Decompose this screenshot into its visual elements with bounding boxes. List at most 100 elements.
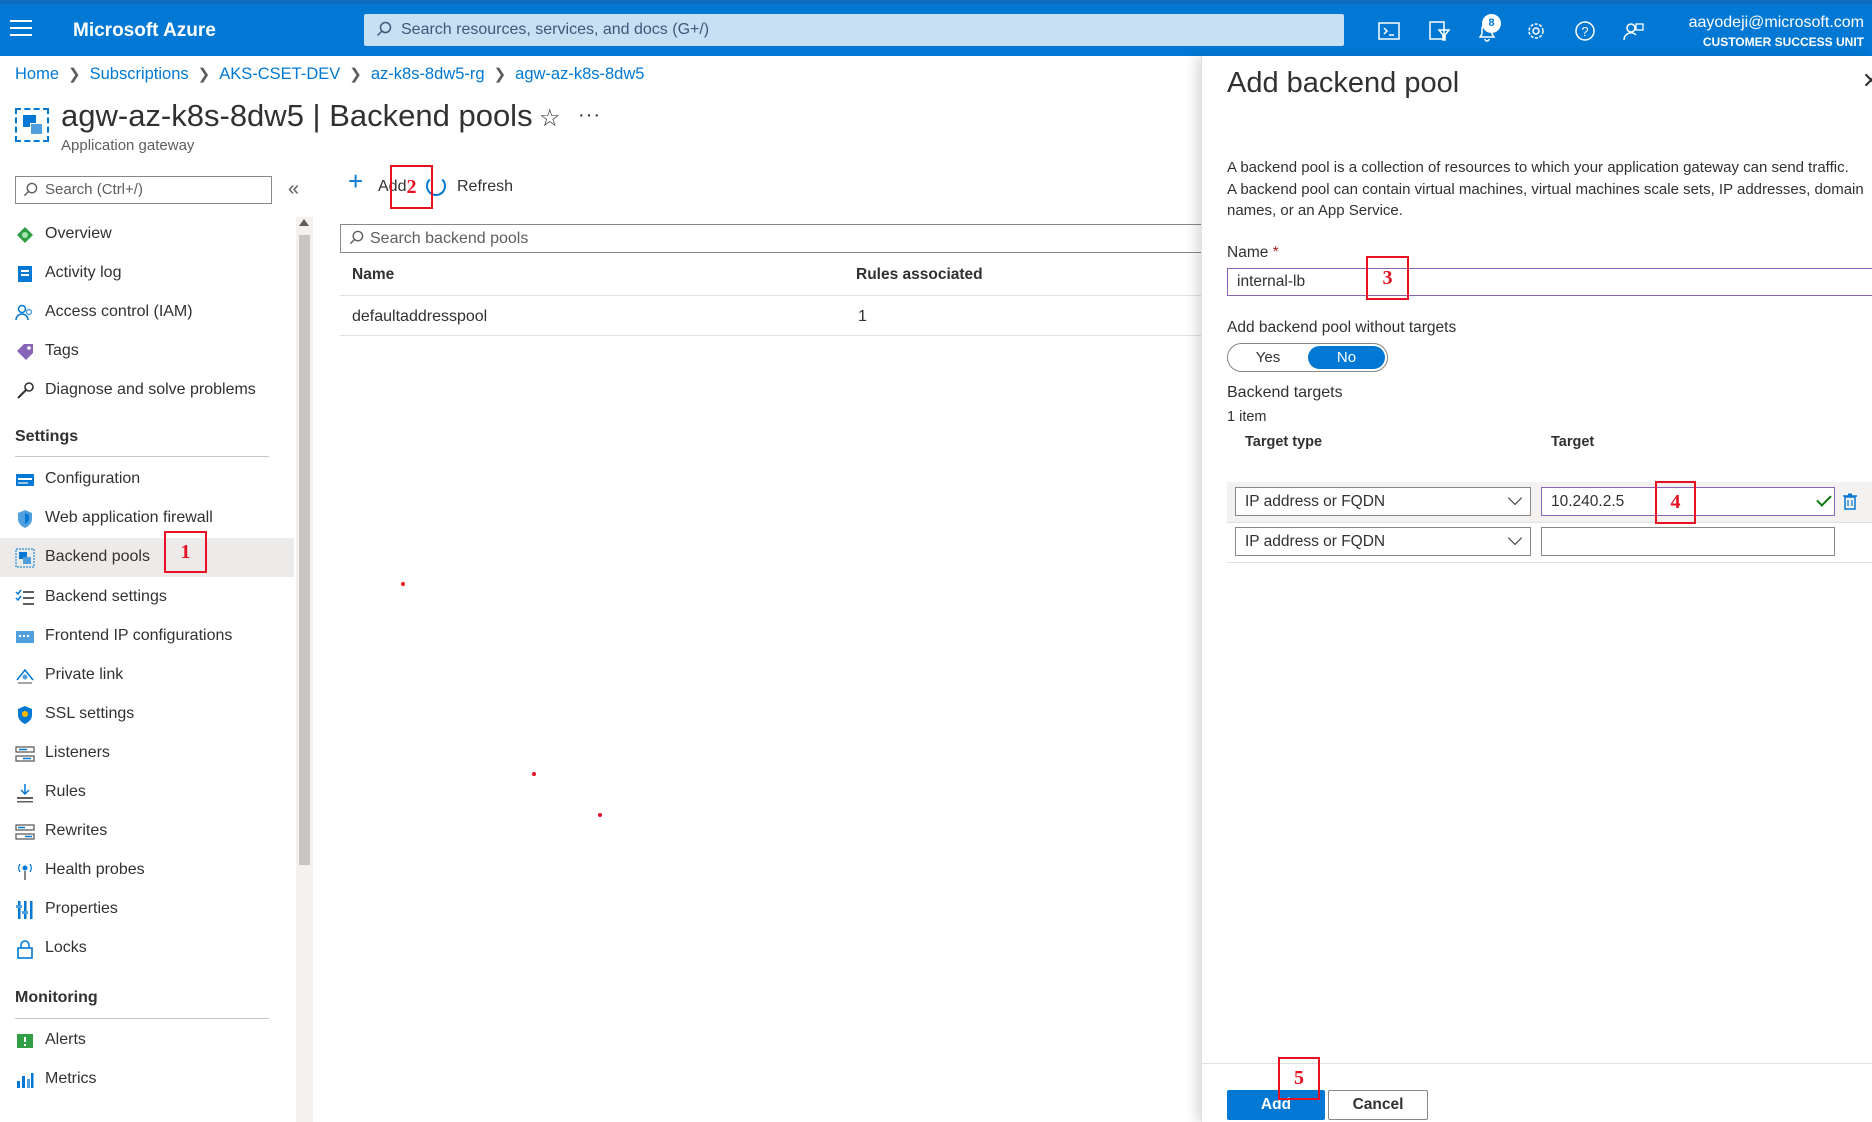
target-type-value: IP address or FQDN [1245, 533, 1386, 550]
annotation-callout-1: 1 [164, 531, 207, 573]
sidebar-item-label: Alerts [45, 1031, 86, 1048]
list-settings-icon [15, 589, 34, 605]
menu-icon[interactable] [10, 20, 32, 38]
column-header-name[interactable]: Name [352, 266, 394, 284]
backend-pools-icon [15, 548, 35, 568]
sidebar-item-metrics[interactable]: Metrics [0, 1060, 294, 1099]
target-row-divider [1227, 522, 1872, 523]
nav-scrollbar[interactable] [296, 217, 313, 1122]
sidebar-item-listeners[interactable]: Listeners [0, 734, 294, 773]
sidebar-item-backend-pools[interactable]: Backend pools [0, 538, 294, 577]
svg-text:?: ? [1581, 24, 1588, 39]
ssl-shield-icon [18, 706, 32, 724]
breadcrumb-home[interactable]: Home [15, 65, 59, 83]
account-menu[interactable]: aayodeji@microsoft.com CUSTOMER SUCCESS … [1689, 14, 1864, 49]
wrench-icon [17, 382, 34, 399]
sidebar-item-private-link[interactable]: Private link [0, 656, 294, 695]
breadcrumb-resource-group[interactable]: az-k8s-8dw5-rg [371, 65, 485, 83]
description-line: A backend pool is a collection of resour… [1227, 159, 1849, 176]
settings-icon[interactable] [1523, 18, 1549, 44]
sidebar-item-diagnose[interactable]: Diagnose and solve problems [0, 371, 294, 410]
sidebar-item-iam[interactable]: Access control (IAM) [0, 293, 294, 332]
sidebar-item-backend-settings[interactable]: Backend settings [0, 578, 294, 617]
breadcrumb-subscription[interactable]: AKS-CSET-DEV [219, 65, 340, 83]
backend-pool-search-input[interactable]: Search backend pools [340, 224, 1202, 253]
more-options-icon[interactable]: ··· [578, 104, 601, 127]
sidebar-item-rules[interactable]: Rules [0, 773, 294, 812]
nav-section-settings: Settings [15, 428, 79, 445]
target-type-select[interactable]: IP address or FQDN [1235, 527, 1531, 556]
name-input[interactable]: internal-lb [1227, 268, 1872, 296]
chevron-down-icon [1507, 530, 1523, 546]
column-header-target: Target [1551, 434, 1595, 450]
close-icon[interactable]: ✕ [1862, 68, 1872, 94]
target-type-select[interactable]: IP address or FQDN [1235, 487, 1531, 516]
required-marker: * [1272, 244, 1279, 261]
feedback-icon[interactable] [1620, 18, 1646, 44]
sidebar-item-label: Listeners [45, 744, 110, 761]
sidebar-item-label: Overview [45, 225, 112, 242]
collapse-nav-icon[interactable]: « [288, 178, 299, 201]
annotation-dot [598, 813, 602, 817]
private-link-icon [16, 668, 34, 684]
nav-scrollbar-thumb[interactable] [299, 235, 310, 865]
annotation-dot [532, 772, 536, 776]
annotation-callout-5: 5 [1278, 1057, 1320, 1100]
iam-icon [15, 304, 33, 321]
sidebar-item-label: Properties [45, 900, 118, 917]
sidebar-item-label: Backend settings [45, 588, 167, 605]
sidebar-item-ssl-settings[interactable]: SSL settings [0, 695, 294, 734]
sidebar-item-label: SSL settings [45, 705, 135, 722]
directory-filter-icon[interactable] [1426, 18, 1452, 44]
search-icon [23, 182, 38, 197]
notifications-badge: 8 [1482, 14, 1501, 33]
without-targets-toggle[interactable]: Yes No [1227, 343, 1388, 372]
table-cell-rules: 1 [858, 308, 867, 325]
breadcrumb-subscriptions[interactable]: Subscriptions [90, 65, 189, 83]
column-header-rules[interactable]: Rules associated [856, 266, 983, 284]
sidebar-item-overview[interactable]: Overview [0, 215, 294, 254]
sidebar-item-activity-log[interactable]: Activity log [0, 254, 294, 293]
delete-icon[interactable] [1843, 493, 1857, 510]
configuration-icon [16, 474, 34, 486]
scroll-up-icon[interactable] [299, 219, 309, 226]
sidebar-item-frontend-ip[interactable]: Frontend IP configurations [0, 617, 294, 656]
breadcrumb-resource[interactable]: agw-az-k8s-8dw5 [515, 65, 644, 83]
toggle-no-option[interactable]: No [1308, 346, 1385, 369]
target-input-value: 10.240.2.5 [1551, 493, 1625, 510]
toggle-yes-option[interactable]: Yes [1228, 344, 1308, 371]
sidebar-item-waf[interactable]: Web application firewall [0, 499, 294, 538]
listeners-icon [15, 746, 35, 762]
table-cell-name[interactable]: defaultaddresspool [352, 308, 487, 326]
without-targets-label: Add backend pool without targets [1227, 319, 1457, 336]
target-input[interactable] [1541, 527, 1835, 556]
nav-search-input[interactable]: Search (Ctrl+/) [15, 176, 272, 204]
favorite-star-icon[interactable]: ☆ [539, 104, 561, 133]
global-search-input[interactable]: Search resources, services, and docs (G+… [364, 14, 1344, 46]
sidebar-item-properties[interactable]: Properties [0, 890, 294, 929]
checkmark-icon [1816, 491, 1832, 507]
sidebar-item-rewrites[interactable]: Rewrites [0, 812, 294, 851]
rules-icon [17, 784, 33, 803]
annotation-callout-3: 3 [1366, 256, 1409, 300]
sidebar-item-label: Backend pools [45, 548, 150, 565]
help-icon[interactable]: ? [1572, 18, 1598, 44]
table-row-divider [340, 335, 1202, 336]
cloud-shell-icon[interactable] [1376, 18, 1402, 44]
cancel-button[interactable]: Cancel [1328, 1090, 1428, 1120]
sidebar-item-label: Tags [45, 342, 79, 359]
sidebar-item-configuration[interactable]: Configuration [0, 460, 294, 499]
add-backend-pool-blade: Add backend pool ✕ A backend pool is a c… [1201, 56, 1872, 1122]
sidebar-item-tags[interactable]: Tags [0, 332, 294, 371]
lock-icon [17, 940, 33, 959]
sidebar-item-label: Rules [45, 783, 86, 800]
sidebar-item-locks[interactable]: Locks [0, 929, 294, 968]
sidebar-item-label: Rewrites [45, 822, 108, 839]
name-input-value: internal-lb [1237, 273, 1306, 290]
sidebar-item-label: Private link [45, 666, 124, 683]
alert-icon [17, 1034, 33, 1048]
page-subtitle: Application gateway [61, 137, 195, 154]
brand-title[interactable]: Microsoft Azure [73, 20, 216, 42]
sidebar-item-alerts[interactable]: Alerts [0, 1021, 294, 1060]
sidebar-item-health-probes[interactable]: Health probes [0, 851, 294, 890]
